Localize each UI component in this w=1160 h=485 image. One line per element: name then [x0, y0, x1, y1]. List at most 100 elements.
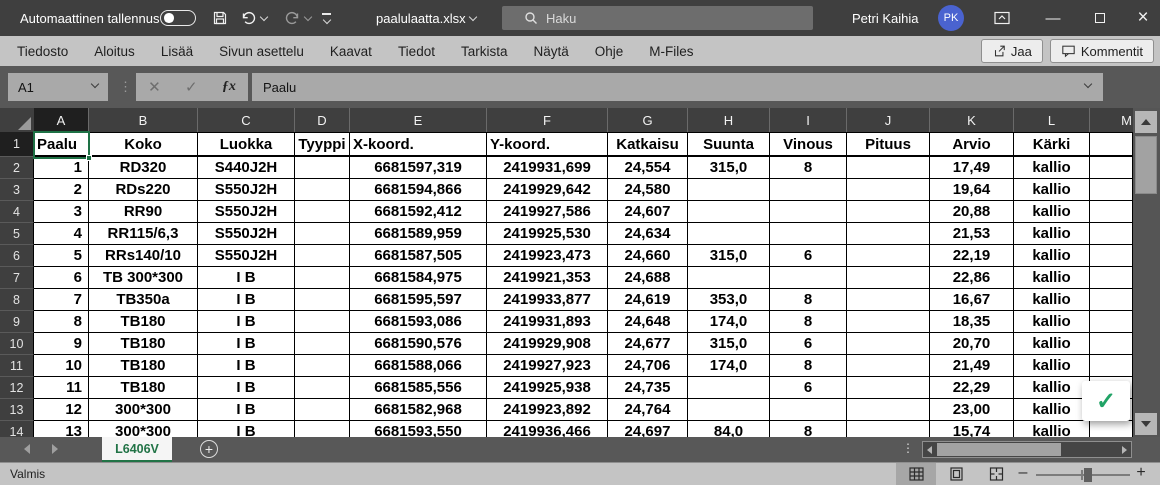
cell-H1[interactable]: Suunta — [688, 132, 770, 157]
redo-dropdown-icon[interactable] — [304, 12, 312, 20]
cell-F11[interactable]: 2419927,923 — [487, 355, 608, 377]
cell-B10[interactable]: TB180 — [89, 333, 198, 355]
column-header-J[interactable]: J — [847, 108, 930, 132]
cell-D3[interactable] — [295, 179, 350, 201]
cell-H4[interactable] — [688, 201, 770, 223]
cell-A8[interactable]: 7 — [34, 289, 89, 311]
cell-D14[interactable] — [295, 421, 350, 437]
document-title[interactable]: paalulaatta.xlsx — [376, 0, 476, 36]
cell-A4[interactable]: 3 — [34, 201, 89, 223]
cell-L8[interactable]: kallio — [1014, 289, 1090, 311]
cell-F14[interactable]: 2419936,466 — [487, 421, 608, 437]
zoom-out-button[interactable]: – — [1016, 464, 1030, 482]
cell-L10[interactable]: kallio — [1014, 333, 1090, 355]
cell-B4[interactable]: RR90 — [89, 201, 198, 223]
sheet-nav-right-icon[interactable] — [52, 444, 58, 454]
cell-B11[interactable]: TB180 — [89, 355, 198, 377]
cell-C9[interactable]: I B — [198, 311, 295, 333]
row-header-8[interactable]: 8 — [0, 289, 34, 311]
minimize-button[interactable]: — — [1036, 0, 1070, 36]
cell-K2[interactable]: 17,49 — [930, 157, 1014, 179]
cell-D8[interactable] — [295, 289, 350, 311]
row-header-1[interactable]: 1 — [0, 132, 34, 157]
cell-L1[interactable]: Kärki — [1014, 132, 1090, 157]
cell-M3[interactable] — [1090, 179, 1133, 201]
cell-D7[interactable] — [295, 267, 350, 289]
cell-C5[interactable]: S550J2H — [198, 223, 295, 245]
cell-A1[interactable]: Paalu — [34, 132, 89, 157]
cell-B13[interactable]: 300*300 — [89, 399, 198, 421]
cell-M14[interactable] — [1090, 421, 1133, 437]
ribbon-tab-m-files[interactable]: M-Files — [636, 36, 706, 66]
cell-F13[interactable]: 2419923,892 — [487, 399, 608, 421]
cell-A5[interactable]: 4 — [34, 223, 89, 245]
cell-B2[interactable]: RD320 — [89, 157, 198, 179]
column-header-D[interactable]: D — [295, 108, 350, 132]
column-header-C[interactable]: C — [198, 108, 295, 132]
cell-E4[interactable]: 6681592,412 — [350, 201, 487, 223]
ribbon-tab-sivun-asettelu[interactable]: Sivun asettelu — [206, 36, 317, 66]
cell-J12[interactable] — [847, 377, 930, 399]
close-button[interactable]: × — [1126, 0, 1160, 36]
cell-H2[interactable]: 315,0 — [688, 157, 770, 179]
cell-G10[interactable]: 24,677 — [608, 333, 688, 355]
cell-J8[interactable] — [847, 289, 930, 311]
ribbon-tab-tiedosto[interactable]: Tiedosto — [4, 36, 81, 66]
cell-A6[interactable]: 5 — [34, 245, 89, 267]
cell-A11[interactable]: 10 — [34, 355, 89, 377]
cell-H9[interactable]: 174,0 — [688, 311, 770, 333]
horizontal-scrollbar[interactable] — [922, 441, 1132, 458]
row-header-5[interactable]: 5 — [0, 223, 34, 245]
cell-G13[interactable]: 24,764 — [608, 399, 688, 421]
cell-C7[interactable]: I B — [198, 267, 295, 289]
page-layout-view-button[interactable] — [936, 463, 976, 485]
cell-C3[interactable]: S550J2H — [198, 179, 295, 201]
cell-D6[interactable] — [295, 245, 350, 267]
cell-H13[interactable] — [688, 399, 770, 421]
cell-M5[interactable] — [1090, 223, 1133, 245]
cell-H7[interactable] — [688, 267, 770, 289]
cell-L7[interactable]: kallio — [1014, 267, 1090, 289]
cell-J5[interactable] — [847, 223, 930, 245]
cell-H10[interactable]: 315,0 — [688, 333, 770, 355]
maximize-button[interactable] — [1083, 0, 1117, 36]
cell-J13[interactable] — [847, 399, 930, 421]
column-header-B[interactable]: B — [89, 108, 198, 132]
cell-M9[interactable] — [1090, 311, 1133, 333]
page-break-preview-button[interactable] — [976, 463, 1016, 485]
cell-F7[interactable]: 2419921,353 — [487, 267, 608, 289]
cell-M10[interactable] — [1090, 333, 1133, 355]
name-box[interactable]: A1 — [8, 73, 108, 101]
cell-M2[interactable] — [1090, 157, 1133, 179]
cell-M11[interactable] — [1090, 355, 1133, 377]
cell-B5[interactable]: RR115/6,3 — [89, 223, 198, 245]
cell-L12[interactable]: kallio — [1014, 377, 1090, 399]
cell-K13[interactable]: 23,00 — [930, 399, 1014, 421]
cell-D10[interactable] — [295, 333, 350, 355]
cell-I10[interactable]: 6 — [770, 333, 847, 355]
cell-M6[interactable] — [1090, 245, 1133, 267]
cell-G12[interactable]: 24,735 — [608, 377, 688, 399]
sheet-nav-left-icon[interactable] — [24, 444, 30, 454]
cell-A13[interactable]: 12 — [34, 399, 89, 421]
cell-K9[interactable]: 18,35 — [930, 311, 1014, 333]
cell-E2[interactable]: 6681597,319 — [350, 157, 487, 179]
cell-G2[interactable]: 24,554 — [608, 157, 688, 179]
ribbon-tab-lis-[interactable]: Lisää — [148, 36, 206, 66]
cell-D12[interactable] — [295, 377, 350, 399]
cell-G8[interactable]: 24,619 — [608, 289, 688, 311]
cell-A3[interactable]: 2 — [34, 179, 89, 201]
column-header-L[interactable]: L — [1014, 108, 1090, 132]
cell-G7[interactable]: 24,688 — [608, 267, 688, 289]
cell-B6[interactable]: RRs140/10 — [89, 245, 198, 267]
redo-button[interactable] — [284, 0, 311, 36]
cell-J4[interactable] — [847, 201, 930, 223]
formula-bar-grip[interactable]: ⋮ — [119, 73, 132, 101]
column-header-H[interactable]: H — [688, 108, 770, 132]
cell-H6[interactable]: 315,0 — [688, 245, 770, 267]
cell-A7[interactable]: 6 — [34, 267, 89, 289]
cell-C2[interactable]: S440J2H — [198, 157, 295, 179]
cell-C6[interactable]: S550J2H — [198, 245, 295, 267]
cell-K14[interactable]: 15,74 — [930, 421, 1014, 437]
cell-K7[interactable]: 22,86 — [930, 267, 1014, 289]
